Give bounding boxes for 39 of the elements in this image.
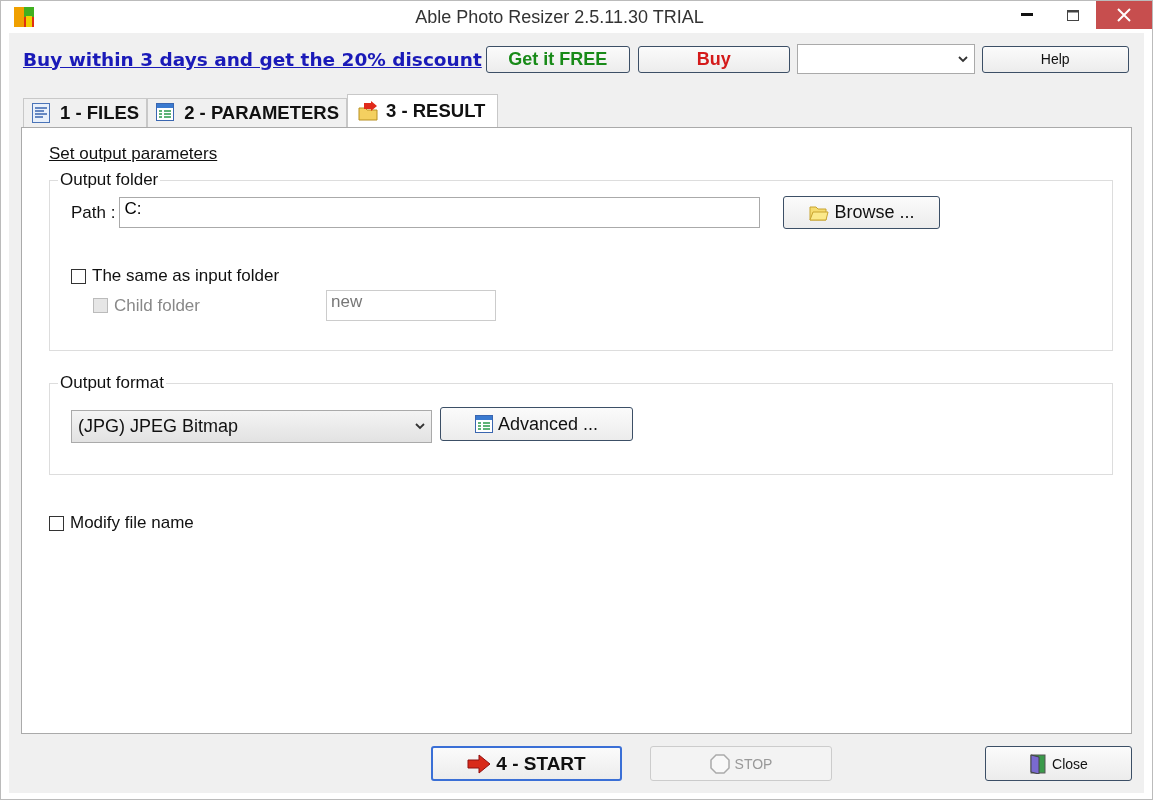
form-icon [474, 415, 493, 433]
path-field[interactable]: C: [119, 197, 761, 228]
form-icon [156, 103, 177, 123]
maximize-icon [1067, 9, 1079, 21]
path-label: Path : [71, 202, 116, 223]
octagon-icon [709, 753, 730, 774]
checkbox-label: Modify file name [70, 513, 194, 533]
chevron-down-icon [415, 423, 425, 430]
folder-name-field: new [326, 290, 496, 321]
app-logo-icon [13, 6, 35, 28]
window-title: Able Photo Resizer 2.5.11.30 TRIAL [414, 6, 705, 28]
browse-button[interactable]: Browse ... [783, 196, 941, 229]
folder-arrow-icon [358, 101, 379, 121]
tab[interactable]: 2 - PARAMETERS [147, 98, 348, 127]
close-icon [1117, 8, 1131, 22]
group-title: Output format [59, 373, 165, 393]
checkbox-label: The same as input folder [92, 266, 280, 286]
checkbox[interactable] [49, 515, 64, 531]
start-button[interactable]: 4 - START [431, 746, 622, 781]
document-icon [32, 103, 52, 123]
buy-button[interactable]: Buy [637, 45, 790, 73]
folder-icon [809, 204, 830, 221]
group-title: Output folder [59, 170, 160, 190]
help-button[interactable]: Help [981, 45, 1129, 73]
advanced-button[interactable]: Advanced ... [440, 407, 633, 441]
door-icon [1029, 753, 1048, 774]
checkbox-label: Child folder [114, 295, 201, 316]
checkbox[interactable] [71, 268, 86, 284]
arrow-right-icon [467, 753, 492, 774]
close-button[interactable]: Close [985, 746, 1132, 781]
chevron-down-icon [957, 55, 968, 63]
format-dropdown[interactable]: (JPG) JPEG Bitmap [71, 410, 432, 443]
discount-link[interactable]: Buy within 3 days and get the 20% discount [23, 48, 482, 70]
tab[interactable]: 3 - RESULT [347, 94, 499, 127]
tab[interactable]: 1 - FILES [23, 98, 148, 127]
free-button[interactable]: Get it FREE [485, 45, 630, 73]
section-heading: Set output parameters [49, 144, 218, 164]
minimize-icon [1021, 13, 1033, 17]
close-button[interactable] [1096, 1, 1152, 29]
